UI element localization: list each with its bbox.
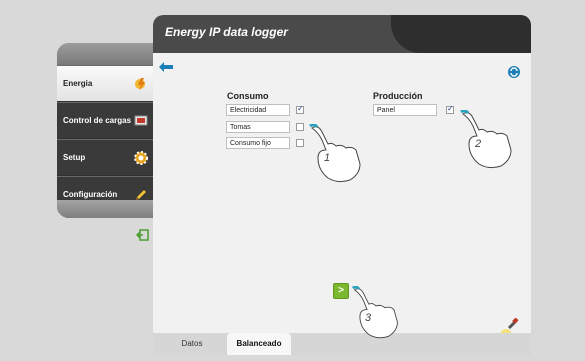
energy-icon (132, 75, 150, 93)
callout-number-1: 1 (324, 152, 331, 164)
callout-hand-1: 1 (308, 123, 364, 191)
tab-datos[interactable]: Datos (161, 333, 223, 355)
consumo-tomas-field[interactable]: Tomas (226, 121, 290, 133)
produccion-panel-field[interactable]: Panel (373, 104, 437, 116)
sidebar-bottom-bar (57, 200, 160, 218)
sidebar-item-control-de-cargas[interactable]: Control de cargas (57, 102, 160, 139)
sidebar-top-bar (57, 43, 160, 65)
produccion-title: Producción (373, 91, 423, 101)
consumo-electricidad-field[interactable]: Electricidad (226, 104, 290, 116)
sidebar-item-label: Energia (63, 79, 93, 88)
app-title: Energy IP data logger (165, 25, 288, 39)
consumo-fijo-checkbox[interactable] (296, 139, 304, 147)
sidebar-item-setup[interactable]: Setup (57, 139, 160, 176)
callout-number-2: 2 (475, 138, 482, 150)
consumo-title: Consumo (227, 91, 269, 101)
tab-balanceado[interactable]: Balanceado (227, 333, 291, 355)
title-bar-accent (391, 15, 531, 53)
consumo-electricidad-checkbox[interactable] (296, 104, 304, 114)
next-button[interactable]: > (333, 283, 349, 299)
sidebar-menu: Energia Control de cargas Setup Configur… (57, 43, 160, 218)
tab-bar: Datos Balanceado (153, 333, 531, 355)
load-control-icon (132, 112, 150, 130)
callout-hand-2: 2 (459, 109, 515, 177)
sidebar-item-energia[interactable]: Energia (57, 65, 160, 102)
produccion-panel-checkbox[interactable] (446, 104, 454, 114)
consumo-tomas-checkbox[interactable] (296, 123, 304, 131)
sidebar-item-label: Setup (63, 153, 86, 162)
sidebar-item-label: Configuración (63, 190, 118, 199)
callout-number-3: 3 (365, 312, 372, 324)
gear-icon (132, 149, 150, 167)
back-arrow-icon[interactable] (159, 59, 173, 77)
consumo-fijo-field[interactable]: Consumo fijo (226, 137, 290, 149)
sidebar-item-label: Control de cargas (63, 116, 132, 125)
callout-hand-3: 3 (351, 285, 401, 347)
refresh-icon[interactable] (507, 65, 521, 84)
title-bar: Energy IP data logger (153, 15, 531, 53)
exit-icon[interactable] (135, 228, 150, 247)
